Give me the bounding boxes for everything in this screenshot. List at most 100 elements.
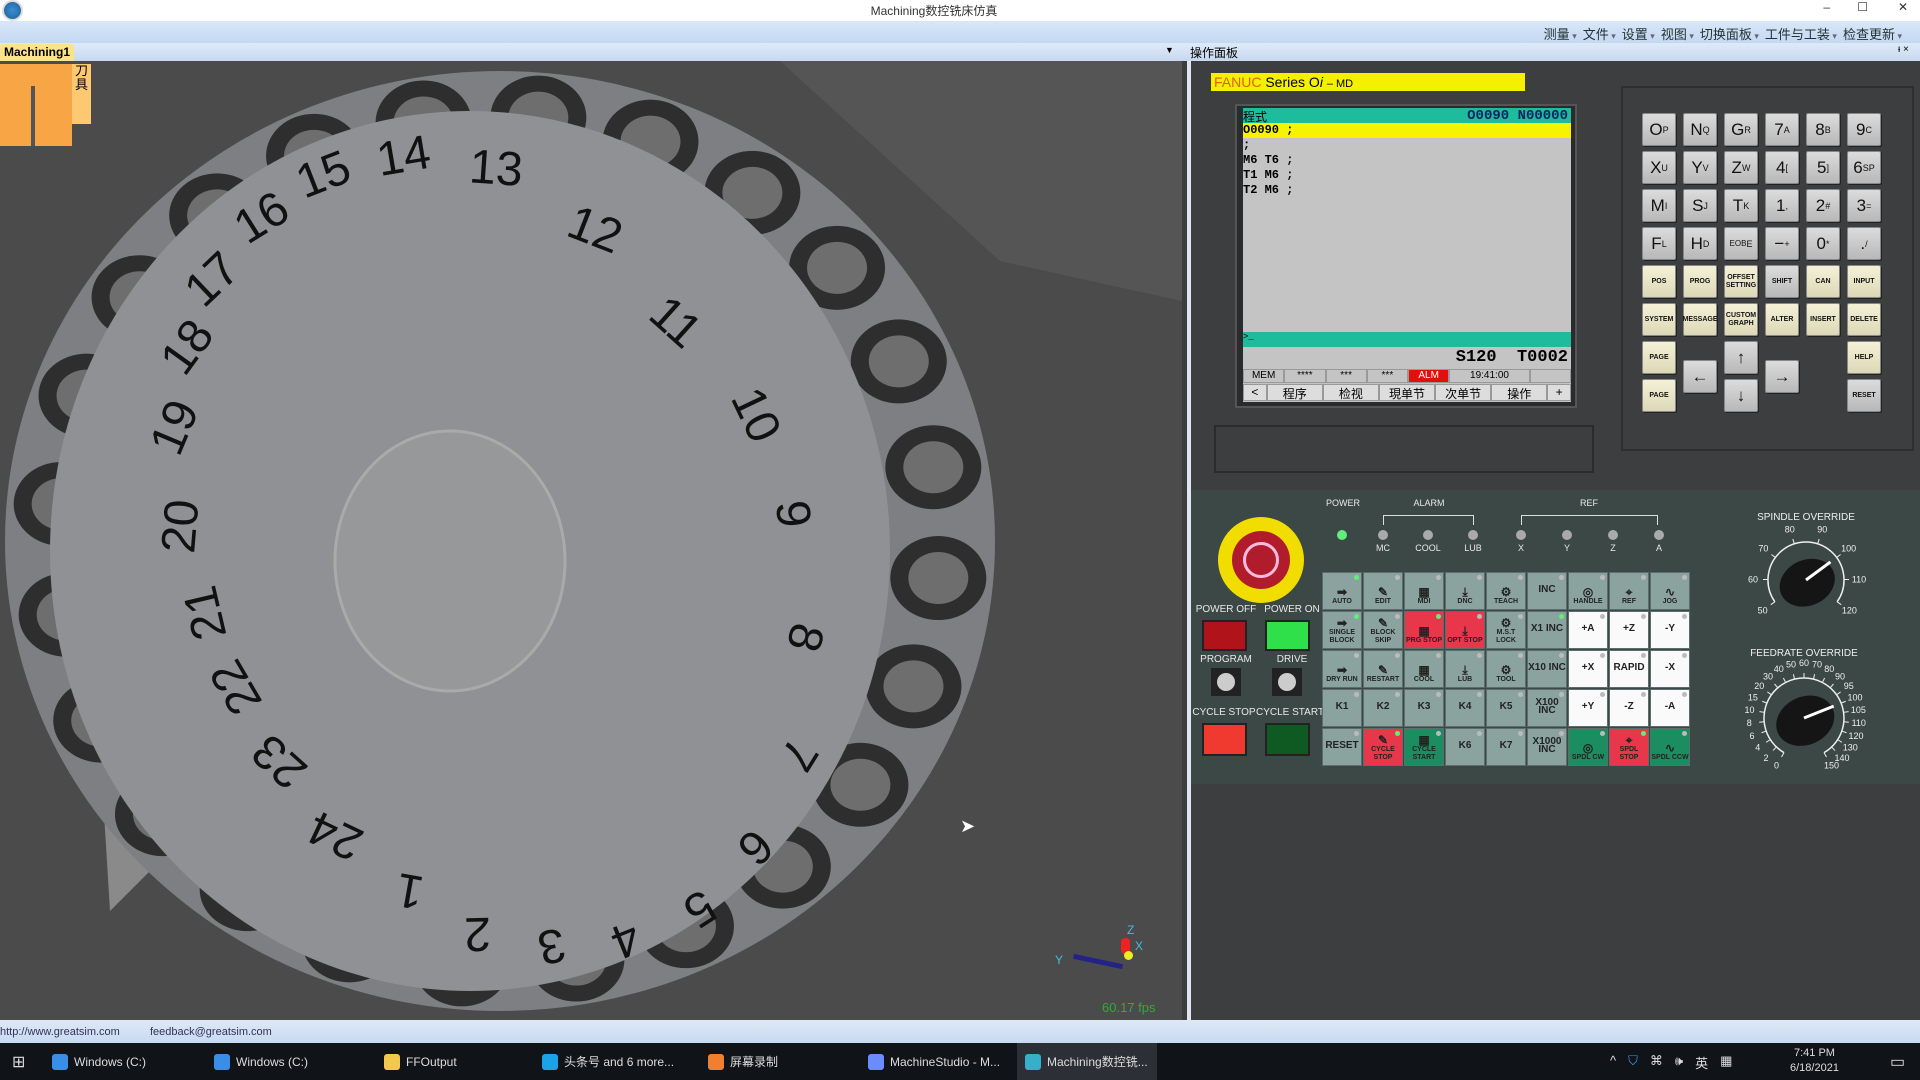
mode-button-restart[interactable]: ✎ RESTART <box>1363 650 1403 688</box>
network-icon[interactable]: ⌘ <box>1650 1053 1663 1072</box>
program-line[interactable]: O0090 ; <box>1243 123 1571 138</box>
mode-button--z[interactable]: -Z <box>1609 689 1649 727</box>
mode-button-spdl-cw[interactable]: ◎ SPDL CW <box>1568 728 1608 766</box>
program-line[interactable]: M6 T6 ; <box>1243 153 1571 168</box>
mode-button-x1-inc[interactable]: X1 INC <box>1527 611 1567 649</box>
key-s[interactable]: SJ <box>1683 189 1717 222</box>
mode-button-k1[interactable]: K1 <box>1322 689 1362 727</box>
mode-button-teach[interactable]: ⚙ TEACH <box>1486 572 1526 610</box>
softkey-label[interactable]: 操作 <box>1491 384 1548 401</box>
keyboard-icon[interactable]: ▦ <box>1720 1053 1732 1072</box>
key-offset-setting[interactable]: OFFSET SETTING <box>1724 265 1758 298</box>
softkey-label[interactable]: + <box>1547 384 1572 401</box>
softkey-label[interactable]: < <box>1243 384 1267 401</box>
dropdown-icon[interactable]: ▼ <box>1165 45 1174 55</box>
mode-button-edit[interactable]: ✎ EDIT <box>1363 572 1403 610</box>
key-h[interactable]: HD <box>1683 227 1717 260</box>
key-input[interactable]: INPUT <box>1847 265 1881 298</box>
program-line[interactable]: ; <box>1243 138 1571 153</box>
feedrate-override-knob[interactable] <box>1768 686 1843 755</box>
mode-button-single-block[interactable]: ➡ SINGLE BLOCK <box>1322 611 1362 649</box>
menu-item[interactable]: 工件与工装 <box>1765 24 1837 43</box>
mode-button-dnc[interactable]: ⤓ DNC <box>1445 572 1485 610</box>
mode-button-x100-inc[interactable]: X100 INC <box>1527 689 1567 727</box>
program-key-switch[interactable] <box>1211 668 1241 696</box>
menu-item[interactable]: 文件 <box>1583 24 1616 43</box>
input-line[interactable]: >_ <box>1243 332 1571 347</box>
mode-button-m-s-t-lock[interactable]: ⚙ M.S.T LOCK <box>1486 611 1526 649</box>
mode-button-ref[interactable]: ⌖ REF <box>1609 572 1649 610</box>
mode-button-k3[interactable]: K3 <box>1404 689 1444 727</box>
key-8[interactable]: 8B <box>1806 113 1840 146</box>
program-line[interactable]: T2 M6 ; <box>1243 183 1571 198</box>
menu-item[interactable]: 设置 <box>1622 24 1655 43</box>
key-5[interactable]: 5] <box>1806 151 1840 184</box>
key-n[interactable]: NQ <box>1683 113 1717 146</box>
mode-button-k2[interactable]: K2 <box>1363 689 1403 727</box>
key-insert[interactable]: INSERT <box>1806 303 1840 336</box>
key-m[interactable]: MI <box>1642 189 1676 222</box>
tool-panel-tab[interactable]: 刀具 <box>72 64 91 124</box>
feedback-link[interactable]: feedback@greatsim.com <box>150 1026 272 1038</box>
key-7[interactable]: 7A <box>1765 113 1799 146</box>
mode-button-reset[interactable]: RESET <box>1322 728 1362 766</box>
mode-button-k4[interactable]: K4 <box>1445 689 1485 727</box>
close-button[interactable]: ✕ <box>1898 0 1908 14</box>
mode-button-mdi[interactable]: ▦ MDI <box>1404 572 1444 610</box>
program-line[interactable]: T1 M6 ; <box>1243 168 1571 183</box>
mode-button-lub[interactable]: ⤓ LUB <box>1445 650 1485 688</box>
taskbar-item[interactable]: FFOutput <box>376 1043 465 1080</box>
mode-button-cycle-start[interactable]: ▦ CYCLE START <box>1404 728 1444 766</box>
key-9[interactable]: 9C <box>1847 113 1881 146</box>
menu-item[interactable]: 检查更新 <box>1843 24 1902 43</box>
key-o[interactable]: OP <box>1642 113 1676 146</box>
menu-item[interactable]: 视图 <box>1661 24 1694 43</box>
mode-button-block-skip[interactable]: ✎ BLOCK SKIP <box>1363 611 1403 649</box>
key-help[interactable]: HELP <box>1847 341 1881 374</box>
key-shift[interactable]: SHIFT <box>1765 265 1799 298</box>
mode-button-+y[interactable]: +Y <box>1568 689 1608 727</box>
key-2[interactable]: 2 # <box>1806 189 1840 222</box>
key-3[interactable]: 3 = <box>1847 189 1881 222</box>
minimize-button[interactable]: – <box>1823 0 1830 14</box>
menu-item[interactable]: 切换面板 <box>1700 24 1759 43</box>
mode-button-opt-stop[interactable]: ⤓ OPT STOP <box>1445 611 1485 649</box>
key-4[interactable]: 4[ <box>1765 151 1799 184</box>
key-6[interactable]: 6 SP <box>1847 151 1881 184</box>
taskbar-item[interactable]: Windows (C:) <box>206 1043 316 1080</box>
volume-icon[interactable]: 🕪 <box>1675 1053 1683 1072</box>
power-off-button[interactable] <box>1202 620 1247 651</box>
drive-key-switch[interactable] <box>1272 668 1302 696</box>
emergency-stop-button[interactable] <box>1218 517 1304 603</box>
mode-button-dry-run[interactable]: ➡ DRY RUN <box>1322 650 1362 688</box>
key-right[interactable]: → <box>1765 360 1799 393</box>
mode-button-tool[interactable]: ⚙ TOOL <box>1486 650 1526 688</box>
website-link[interactable]: http://www.greatsim.com <box>0 1026 120 1038</box>
mode-button-+x[interactable]: +X <box>1568 650 1608 688</box>
key-message[interactable]: MESSAGE <box>1683 303 1718 336</box>
key-.[interactable]: . / <box>1847 227 1881 260</box>
key-can[interactable]: CAN <box>1806 265 1840 298</box>
mode-button-rapid[interactable]: RAPID <box>1609 650 1649 688</box>
key-y[interactable]: YV <box>1683 151 1717 184</box>
mode-button-spdl-stop[interactable]: ⌖ SPDL STOP <box>1609 728 1649 766</box>
key-eob[interactable]: EOB E <box>1724 227 1758 260</box>
key-1[interactable]: 1, <box>1765 189 1799 222</box>
spindle-override-knob[interactable] <box>1772 550 1843 615</box>
tool-panel[interactable] <box>0 64 72 146</box>
mode-button-cycle-stop[interactable]: ✎ CYCLE STOP <box>1363 728 1403 766</box>
power-on-button[interactable] <box>1265 620 1310 651</box>
key-custom-graph[interactable]: CUSTOM GRAPH <box>1724 303 1758 336</box>
key-0[interactable]: 0 * <box>1806 227 1840 260</box>
key-z[interactable]: ZW <box>1724 151 1758 184</box>
pin-icon[interactable]: ᵻ × <box>1898 44 1909 55</box>
key-system[interactable]: SYSTEM <box>1642 303 1676 336</box>
menu-item[interactable]: 测量 <box>1544 24 1577 43</box>
taskbar-item[interactable]: Windows (C:) <box>44 1043 154 1080</box>
cycle-stop-button[interactable] <box>1202 723 1247 756</box>
mode-button-x10-inc[interactable]: X10 INC <box>1527 650 1567 688</box>
program-listing[interactable]: O0090 ;; M6 T6 ; T1 M6 ; T2 M6 ; <box>1243 123 1571 198</box>
key-page-up[interactable]: PAGE <box>1642 341 1676 374</box>
taskbar-item[interactable]: Machining数控铣... <box>1017 1043 1157 1080</box>
mode-button-k6[interactable]: K6 <box>1445 728 1485 766</box>
